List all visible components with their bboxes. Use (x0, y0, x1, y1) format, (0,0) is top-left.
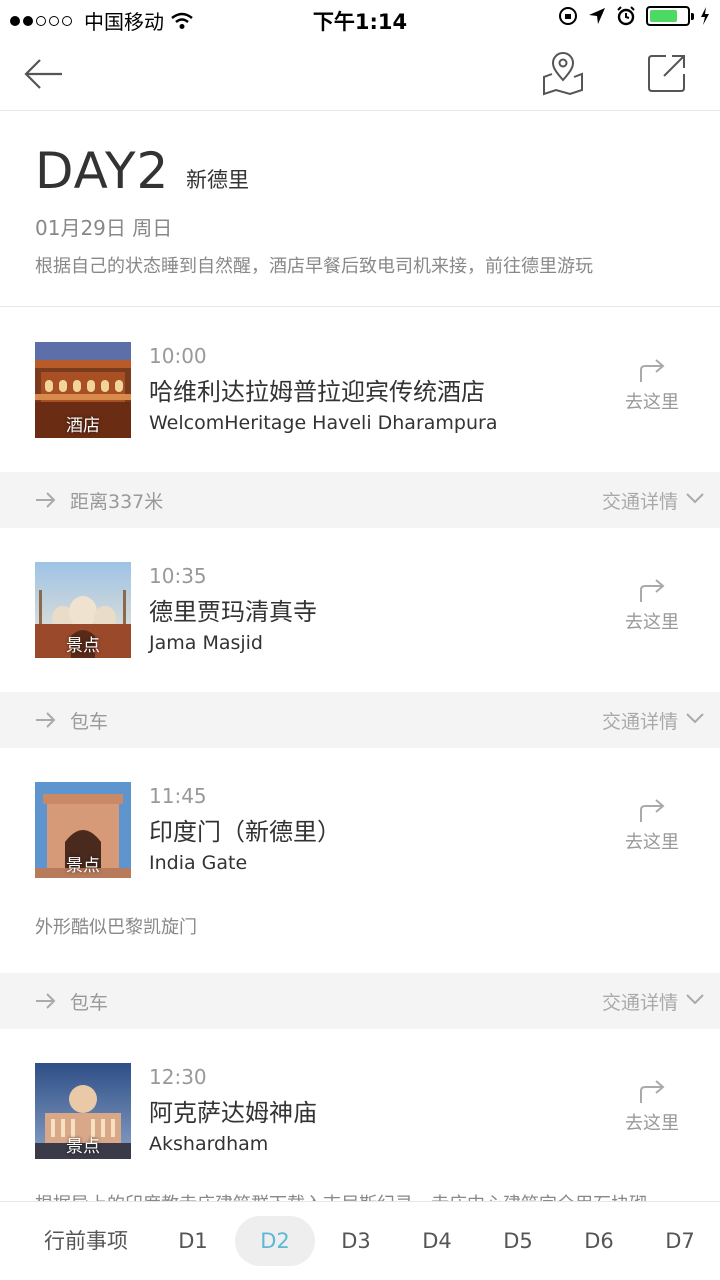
poi-time: 11:45 (149, 784, 207, 808)
poi-note: 外形酷似巴黎凯旋门 (35, 917, 197, 938)
poi-time: 10:35 (149, 564, 207, 588)
chevron-down-icon (686, 713, 704, 724)
tab-d2[interactable]: D2 (235, 1216, 315, 1266)
poi-time: 10:00 (149, 344, 207, 368)
transport-row[interactable]: 包车 交通详情 (0, 973, 720, 1029)
tab-d3[interactable]: D3 (318, 1216, 394, 1266)
day-date: 01月29日 周日 (35, 216, 173, 240)
poi-thumbnail: 景点 (35, 782, 131, 878)
poi-tag: 景点 (66, 1137, 100, 1157)
poi-thumbnail: 景点 (35, 562, 131, 658)
poi-english-name: WelcomHeritage Haveli Dharampura (149, 412, 498, 434)
location-icon (589, 8, 605, 24)
alarm-icon (617, 6, 635, 26)
nav-bar (0, 36, 720, 111)
tab-d4[interactable]: D4 (399, 1216, 475, 1266)
itinerary-item[interactable]: 景点 11:45 印度门（新德里） India Gate 去这里 外形酷似巴黎凯… (0, 748, 720, 973)
poi-thumbnail: 酒店 (35, 342, 131, 438)
transport-detail-link[interactable]: 交通详情 (602, 988, 678, 1015)
poi-time: 12:30 (149, 1065, 207, 1089)
day-header: DAY2 新德里 01月29日 周日 根据自己的状态睡到自然醒，酒店早餐后致电司… (0, 112, 720, 307)
go-here-label: 去这里 (625, 392, 679, 413)
transport-label: 距离337米 (70, 491, 164, 513)
go-here-label: 去这里 (625, 612, 679, 633)
go-here-button[interactable]: 去这里 (612, 578, 692, 634)
arrow-right-icon (36, 993, 56, 1009)
poi-tag: 景点 (66, 856, 100, 876)
poi-english-name: India Gate (149, 852, 248, 874)
tab-d7[interactable]: D7 (642, 1216, 718, 1266)
arrow-right-icon (36, 712, 56, 728)
tab-pretrip[interactable]: 行前事项 (26, 1216, 146, 1266)
day-city: 新德里 (186, 168, 249, 192)
go-here-button[interactable]: 去这里 (612, 1079, 692, 1135)
poi-name: 德里贾玛清真寺 (149, 598, 317, 626)
chevron-down-icon (686, 493, 704, 504)
turn-right-icon (640, 799, 665, 822)
tab-d1[interactable]: D1 (155, 1216, 231, 1266)
status-bar: 中国移动 下午1:14 (0, 0, 720, 36)
tab-d5[interactable]: D5 (480, 1216, 556, 1266)
charging-icon (701, 7, 709, 25)
poi-english-name: Jama Masjid (149, 632, 263, 654)
go-here-label: 去这里 (625, 1113, 679, 1134)
battery-icon (646, 6, 694, 26)
arrow-left-icon[interactable] (22, 52, 66, 96)
poi-name: 阿克萨达姆神庙 (149, 1099, 317, 1127)
poi-english-name: Akshardham (149, 1133, 269, 1155)
itinerary-item[interactable]: 景点 12:30 阿克萨达姆神庙 Akshardham 去这里 (0, 1029, 720, 1201)
go-here-label: 去这里 (625, 832, 679, 853)
poi-name: 印度门（新德里） (149, 818, 341, 846)
transport-row[interactable]: 包车 交通详情 (0, 692, 720, 748)
itinerary-item[interactable]: 景点 10:35 德里贾玛清真寺 Jama Masjid 去这里 (0, 528, 720, 692)
transport-label: 包车 (70, 711, 109, 733)
poi-tag: 景点 (66, 636, 100, 656)
poi-name: 哈维利达拉姆普拉迎宾传统酒店 (149, 378, 485, 406)
poi-thumbnail: 景点 (35, 1063, 131, 1159)
transport-detail-link[interactable]: 交通详情 (602, 487, 678, 514)
turn-right-icon (640, 579, 665, 602)
map-pin-icon[interactable] (540, 50, 586, 96)
transport-label: 包车 (70, 992, 109, 1014)
go-here-button[interactable]: 去这里 (612, 798, 692, 854)
day-tab-bar: 行前事项 D1 D2 D3 D4 D5 D6 D7 (0, 1201, 720, 1280)
arrow-right-icon (36, 492, 56, 508)
itinerary-item[interactable]: 酒店 10:00 哈维利达拉姆普拉迎宾传统酒店 WelcomHeritage H… (0, 308, 720, 472)
transport-detail-link[interactable]: 交通详情 (602, 707, 678, 734)
chevron-down-icon (686, 994, 704, 1005)
go-here-button[interactable]: 去这里 (612, 358, 692, 414)
turn-right-icon (640, 1080, 665, 1103)
turn-right-icon (640, 359, 665, 382)
tab-d6[interactable]: D6 (561, 1216, 637, 1266)
day-title: DAY2 (35, 142, 170, 200)
share-icon[interactable] (644, 50, 690, 96)
rotation-lock-icon (559, 7, 577, 25)
transport-row[interactable]: 距离337米 交通详情 (0, 472, 720, 528)
day-description: 根据自己的状态睡到自然醒，酒店早餐后致电司机来接，前往德里游玩 (35, 256, 593, 277)
poi-tag: 酒店 (66, 416, 100, 436)
